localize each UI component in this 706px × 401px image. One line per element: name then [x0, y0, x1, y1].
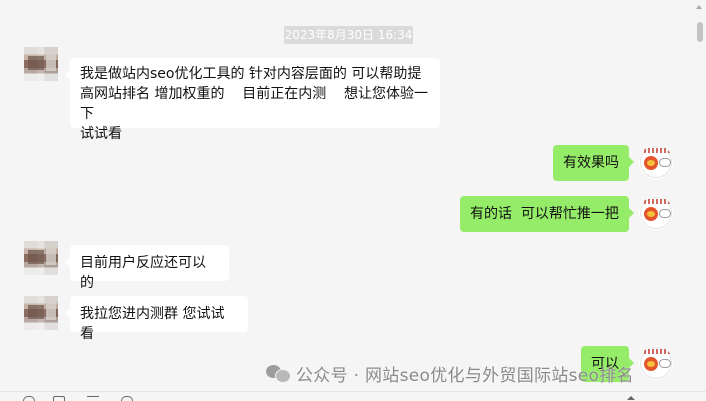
- folder-icon[interactable]: [53, 396, 65, 401]
- my-avatar[interactable]: [639, 196, 673, 230]
- scissors-icon[interactable]: [87, 396, 99, 401]
- incoming-message-bubble[interactable]: 我是做站内seo优化工具的 针对内容层面的 可以帮助提 高网站排名 增加权重的 …: [65, 58, 440, 142]
- avatar-mascot-icon: [644, 207, 658, 221]
- input-toolbar: [0, 391, 706, 401]
- chat-window: 2023年8月30日 16:34 我是做站内seo优化工具的 针对内容层面的 可…: [0, 0, 706, 401]
- avatar-text-decoration: [644, 349, 670, 354]
- chevron-up-icon[interactable]: [696, 5, 702, 9]
- avatar-mascot-icon: [644, 156, 658, 170]
- scrollbar-thumb[interactable]: [697, 22, 703, 42]
- incoming-message-bubble[interactable]: 我拉您进内测群 您试试看: [65, 296, 248, 342]
- avatar-text-decoration: [644, 199, 670, 204]
- chat-scrollbar[interactable]: [692, 0, 706, 401]
- outgoing-message-bubble[interactable]: 有效果吗: [553, 145, 634, 181]
- avatar-speech-icon: [659, 209, 671, 218]
- avatar-speech-icon: [659, 359, 671, 368]
- contact-avatar[interactable]: [24, 47, 58, 81]
- my-avatar[interactable]: [639, 346, 673, 380]
- chat-history-icon[interactable]: [121, 396, 133, 401]
- incoming-message-bubble[interactable]: 目前用户反应还可以的: [65, 245, 229, 291]
- watermark-text: 公众号 · 网站seo优化与外贸国际站seo排名: [296, 365, 634, 386]
- my-avatar[interactable]: [639, 145, 673, 179]
- wechat-icon: [266, 363, 291, 383]
- contact-avatar[interactable]: [24, 296, 58, 330]
- avatar-text-decoration: [644, 148, 670, 153]
- message-timestamp: 2023年8月30日 16:34: [284, 26, 413, 44]
- contact-avatar[interactable]: [24, 241, 58, 275]
- chevron-up-icon[interactable]: [627, 396, 635, 400]
- emoji-icon[interactable]: [23, 396, 35, 401]
- outgoing-message-bubble[interactable]: 有的话 可以帮忙推一把: [460, 196, 634, 232]
- avatar-speech-icon: [659, 158, 671, 167]
- watermark: 公众号 · 网站seo优化与外贸国际站seo排名: [266, 361, 634, 386]
- avatar-mascot-icon: [644, 357, 658, 371]
